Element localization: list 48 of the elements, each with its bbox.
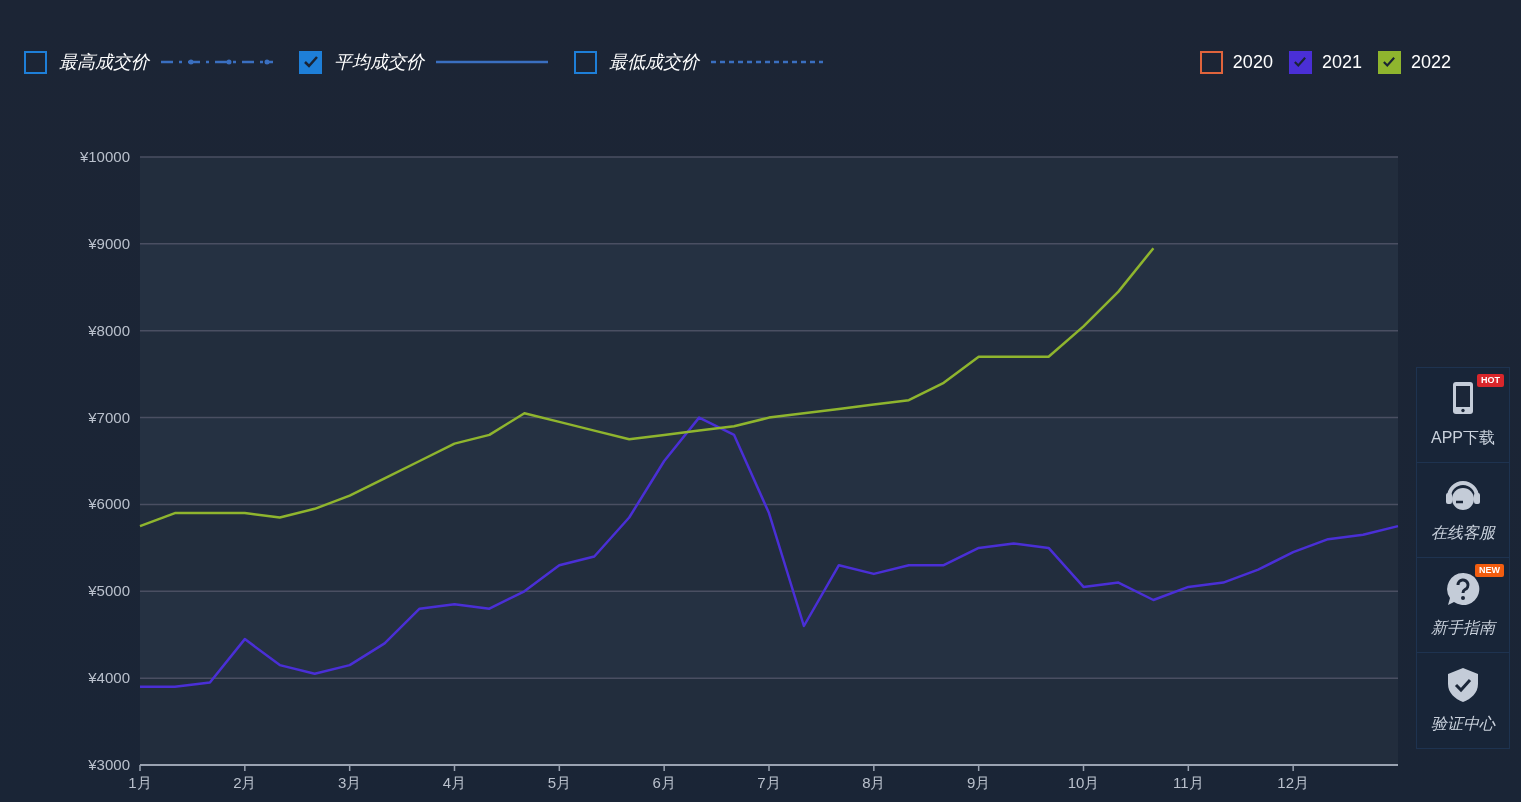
axis-label: 2月 [233,774,257,791]
axis-label: ¥9000 [88,234,130,252]
side-menu-label: 验证中心 [1431,713,1495,734]
side-menu-item[interactable]: 在线客服 [1417,463,1509,558]
axis-label: ¥10000 [79,148,130,165]
side-menu-item[interactable]: 验证中心 [1417,653,1509,748]
axis-label: 4月 [442,774,467,791]
axis-label: 1月 [128,774,152,791]
checkbox[interactable] [1199,50,1223,74]
line-style-icon [711,58,823,66]
legend-label: 2020 [1232,50,1273,74]
axis-label: 7月 [757,774,781,791]
axis-label: ¥8000 [88,321,130,339]
axis-label: ¥4000 [88,669,130,687]
legend-label: 平均成交价 [334,50,424,74]
check-icon [1382,56,1397,68]
legend-label: 2021 [1321,50,1362,74]
badge-label: NEW [1475,564,1504,577]
axis-label: ¥3000 [88,756,130,773]
axis-label: 3月 [338,774,362,791]
axis-label: 8月 [862,774,886,791]
checkbox[interactable] [1288,50,1312,74]
checkbox[interactable] [574,50,597,74]
side-menu-label: APP下载 [1431,428,1495,448]
side-menu-item[interactable]: NEW 新手指南 [1417,558,1509,653]
checkbox[interactable] [24,50,47,74]
axis-label: 10月 [1067,774,1100,791]
legend-label: 最低成交价 [609,50,699,74]
axis-label: 9月 [967,774,991,791]
side-menu-label: 在线客服 [1431,523,1495,543]
check-icon [1293,56,1308,68]
axis-label: 11月 [1173,774,1204,791]
legend-label: 最高成交价 [59,50,149,74]
side-menu-label: 新手指南 [1431,618,1495,638]
check-icon [302,55,319,69]
line-style-icon [436,58,548,66]
axis-label: 6月 [652,774,676,791]
axis-label: ¥7000 [88,408,130,426]
side-menu-item[interactable]: HOT APP下载 [1417,368,1509,463]
axis-label: ¥5000 [88,582,130,600]
axis-label: 5月 [547,774,571,791]
axis-label: ¥6000 [88,495,130,513]
badge-label: HOT [1477,374,1504,387]
checkbox[interactable] [1377,50,1401,74]
checkbox[interactable] [299,50,322,74]
axis-label: 12月 [1277,774,1309,791]
legend-label: 2022 [1410,50,1451,74]
line-style-icon [161,58,273,66]
